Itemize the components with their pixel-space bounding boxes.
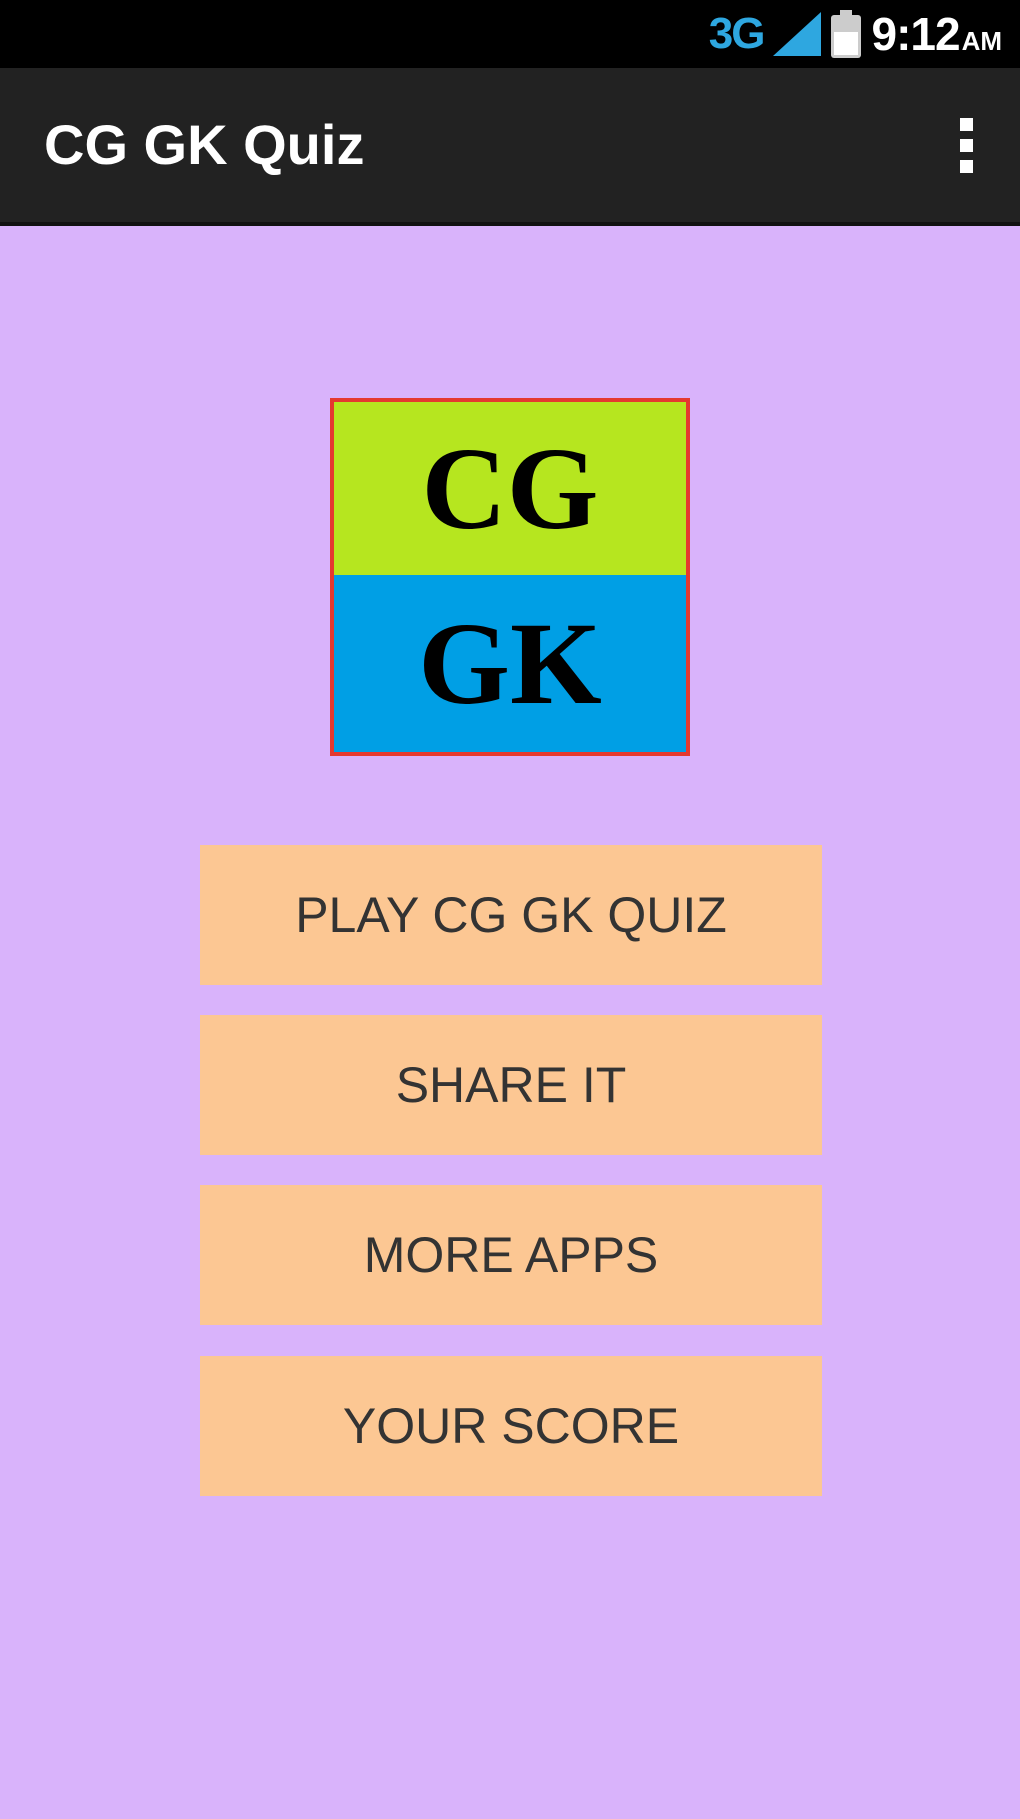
share-button[interactable]: SHARE IT [200,1015,822,1155]
more-apps-button[interactable]: MORE APPS [200,1185,822,1325]
logo-bottom-text: GK [418,597,602,729]
status-icons: 3G 9:12AM [709,0,1002,68]
menu-dot [959,159,973,173]
logo-top-panel: CG [334,402,686,575]
logo-top-text: CG [421,422,599,554]
overflow-menu-icon[interactable] [942,108,990,182]
play-quiz-button[interactable]: PLAY CG GK QUIZ [200,845,822,985]
action-bar: CG GK Quiz [0,68,1020,226]
clock-time: 9:12 [871,8,960,60]
app-logo: CG GK [330,398,690,756]
app-title: CG GK Quiz [44,113,365,176]
signal-icon [773,12,822,56]
clock-ampm: AM [961,26,1002,56]
your-score-button[interactable]: YOUR SCORE [200,1356,822,1496]
network-type: 3G [708,9,766,58]
status-bar: 3G 9:12AM [0,0,1020,68]
menu-dot [959,117,973,131]
menu-dot [959,138,973,152]
battery-icon [831,10,862,58]
logo-bottom-panel: GK [334,575,686,752]
clock: 9:12AM [871,7,1002,61]
